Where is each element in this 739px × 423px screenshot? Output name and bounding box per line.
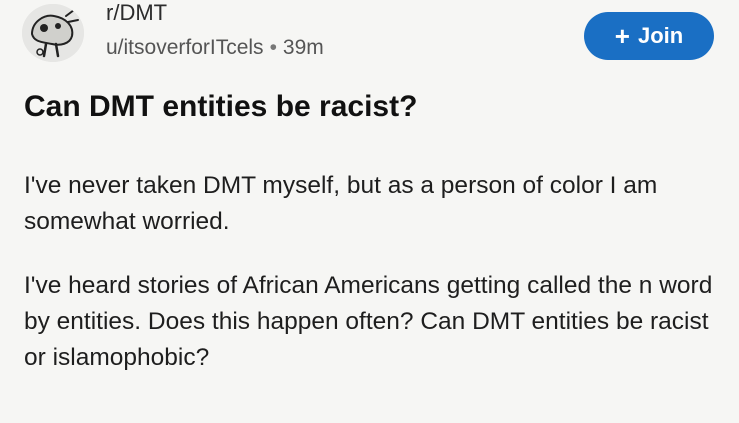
join-label: Join	[637, 23, 684, 48]
author-name[interactable]: u/itsoverforITcels	[106, 36, 264, 59]
join-button[interactable]: + Join	[584, 12, 714, 60]
post-paragraph: I've heard stories of African Americans …	[24, 272, 713, 371]
separator-dot: •	[269, 36, 277, 59]
post-body: I've never taken DMT myself, but as a pe…	[24, 168, 724, 376]
subreddit-name[interactable]: r/DMT	[106, 0, 167, 26]
post-title[interactable]: Can DMT entities be racist?	[24, 90, 417, 124]
subreddit-avatar-icon[interactable]	[22, 4, 84, 62]
post-header: r/DMT u/itsoverforITcels • 39m + Join	[14, 0, 724, 68]
post-paragraph: I've never taken DMT myself, but as a pe…	[24, 172, 658, 235]
plus-icon: +	[614, 21, 630, 51]
post-time: 39m	[282, 36, 324, 59]
byline: u/itsoverforITcels • 39m	[106, 36, 324, 60]
reddit-post: r/DMT u/itsoverforITcels • 39m + Join Can …	[0, 0, 739, 423]
